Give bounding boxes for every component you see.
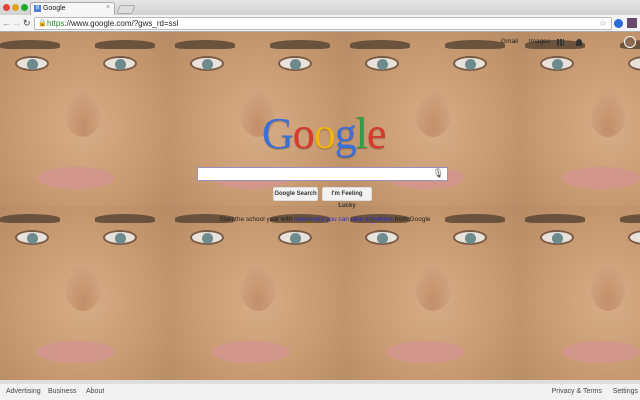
advertising-link[interactable]: Advertising (6, 388, 41, 395)
lips (37, 167, 115, 189)
eye (365, 230, 399, 245)
tab-bar: 8 Google × (0, 0, 640, 15)
eyebrow (95, 40, 155, 49)
nose (590, 92, 626, 137)
privacy-terms-link[interactable]: Privacy & Terms (552, 388, 602, 395)
logo-letter: l (355, 109, 368, 158)
google-logo: Google (262, 108, 387, 159)
eye (190, 230, 224, 245)
lips (212, 341, 290, 363)
eye (453, 56, 487, 71)
nose (65, 266, 101, 311)
search-input[interactable]: 🎙 (197, 167, 448, 181)
minimize-window-button[interactable] (12, 4, 19, 11)
lips (387, 341, 465, 363)
logo-letter: g (334, 109, 357, 158)
close-window-button[interactable] (3, 4, 10, 11)
eyebrow (95, 214, 155, 223)
lips (37, 341, 115, 363)
google-homepage: Gmail Images Google 🎙 Google Search I'm … (0, 32, 640, 383)
browser-toolbar: ← → ↻ 🔒 https://www.google.com/?gws_rd=s… (0, 15, 640, 32)
tab-title: Google (43, 5, 66, 12)
eyebrow (270, 40, 330, 49)
new-tab-button[interactable] (116, 5, 136, 14)
eye (365, 56, 399, 71)
forward-icon[interactable]: → (12, 18, 21, 28)
apps-grid-icon[interactable] (557, 39, 564, 46)
logo-letter: e (367, 109, 387, 158)
microphone-icon[interactable]: 🎙 (433, 168, 444, 179)
notifications-icon[interactable] (576, 39, 582, 46)
eyebrow (350, 40, 410, 49)
tab-google[interactable]: 8 Google × (30, 2, 115, 15)
eye (103, 56, 137, 71)
nose (415, 92, 451, 137)
lips (562, 167, 640, 189)
promo-link[interactable]: notebooks you can take anywhere (294, 216, 393, 223)
face-tile (170, 206, 345, 380)
about-link[interactable]: About (86, 388, 104, 395)
google-search-button[interactable]: Google Search (273, 187, 318, 201)
bookmark-star-icon[interactable]: ☆ (599, 18, 607, 29)
nose (65, 92, 101, 137)
nose (415, 266, 451, 311)
business-link[interactable]: Business (48, 388, 76, 395)
lips (562, 341, 640, 363)
eyebrow (445, 214, 505, 223)
zoom-window-button[interactable] (21, 4, 28, 11)
back-icon[interactable]: ← (2, 18, 11, 28)
face-tile (520, 32, 640, 206)
nose (590, 266, 626, 311)
eyebrow (525, 214, 585, 223)
face-tile (0, 206, 170, 380)
lock-icon: 🔒 (38, 20, 47, 27)
eye (15, 56, 49, 71)
eye (278, 56, 312, 71)
promo-text: Start the school year with notebooks you… (200, 216, 450, 223)
address-bar[interactable]: 🔒 https://www.google.com/?gws_rd=ssl ☆ (34, 17, 612, 30)
logo-letter: G (262, 109, 294, 158)
eye (453, 230, 487, 245)
url-scheme: https (47, 19, 65, 28)
eye (103, 230, 137, 245)
images-link[interactable]: Images (529, 38, 550, 45)
feeling-lucky-button[interactable]: I'm Feeling Lucky (322, 187, 372, 209)
gmail-link[interactable]: Gmail (501, 38, 518, 45)
url-text: ://www.google.com/?gws_rd=ssl (64, 19, 179, 28)
footer: Advertising Business About Privacy & Ter… (0, 383, 640, 400)
face-tile (520, 206, 640, 380)
settings-link[interactable]: Settings (613, 388, 638, 395)
eye (278, 230, 312, 245)
eye (628, 230, 640, 245)
avatar[interactable] (624, 36, 636, 48)
reload-icon[interactable]: ↻ (23, 18, 31, 29)
eyebrow (0, 40, 60, 49)
extension-icon[interactable] (614, 19, 623, 28)
eyebrow (0, 214, 60, 223)
nose (240, 266, 276, 311)
eyebrow (445, 40, 505, 49)
logo-letter: o (313, 109, 336, 158)
eye (190, 56, 224, 71)
face-tile (345, 206, 520, 380)
eyebrow (620, 214, 640, 223)
promo-prefix: Start the school year with (219, 216, 295, 223)
eye (540, 230, 574, 245)
eyebrow (175, 40, 235, 49)
extension-icon[interactable] (627, 18, 637, 28)
logo-letter: o (292, 109, 315, 158)
promo-suffix: from Google (392, 216, 431, 223)
google-favicon-icon: 8 (34, 5, 41, 12)
eye (628, 56, 640, 71)
face-tile (0, 32, 170, 206)
eye (15, 230, 49, 245)
tab-close-icon[interactable]: × (106, 4, 110, 11)
eye (540, 56, 574, 71)
